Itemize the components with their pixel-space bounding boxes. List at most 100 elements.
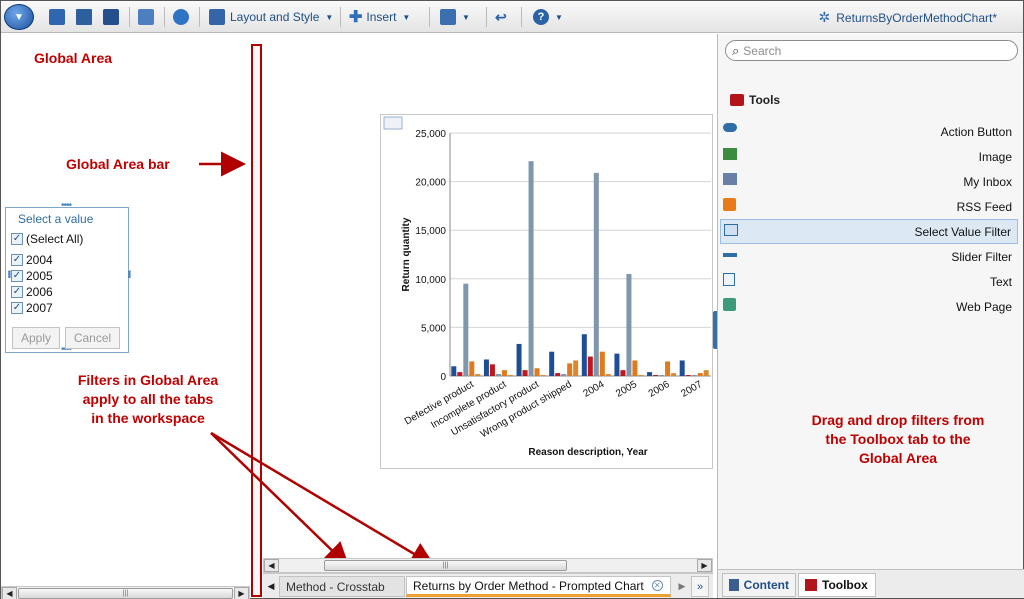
tool-rss-feed[interactable]: RSS Feed [720,194,1018,219]
tab-returns-by-order-method[interactable]: Returns by Order Method - Prompted Chart… [406,576,671,597]
x-tick-label: 2007 [679,379,704,400]
checkbox-2005[interactable]: ✓ 2005 [11,269,53,283]
canvas-hscrollbar[interactable]: ◀ ||| ▶ [263,558,713,573]
bar [599,351,605,376]
bar [587,356,593,376]
bar [457,372,463,376]
application-menu-button[interactable]: ▼ [4,4,34,30]
tool-slider-filter[interactable]: Slider Filter [720,244,1018,269]
refresh-icon[interactable] [173,7,189,27]
chart-widget[interactable]: 0 5,000 10,000 15,000 20,000 25,000 Defective … [380,114,713,469]
tools-heading: Tools [730,93,780,107]
content-icon [729,579,739,591]
resize-handle-top[interactable]: •••• [61,200,72,211]
bar [495,374,501,376]
scroll-right-arrow[interactable]: ▶ [697,559,712,572]
plus-icon: ✚ [349,9,363,26]
bar [522,370,528,376]
select-value-filter[interactable]: •••• •••• ••• ••• Select a value ✓ (Sele… [3,200,134,355]
checkbox-icon: ✓ [11,270,23,282]
layout-and-style-menu[interactable]: Layout and Style ▼ [209,7,333,27]
global-area-note-line3: in the workspace [91,410,205,426]
bar [697,373,703,376]
tool-text[interactable]: Text [720,269,1018,294]
bar [528,161,534,376]
bar [567,363,573,376]
home-menu[interactable]: ▼ [440,7,470,27]
save-icon[interactable] [103,7,119,27]
bar [581,334,587,376]
tools-icon [730,94,744,106]
global-area-title: Global Area [34,50,113,66]
tabs-scroll-right[interactable]: ▶ [675,576,689,597]
close-icon[interactable]: ✕ [651,580,663,591]
toolbox-panel: ⌕ Search Tools Action Button Image My In… [717,34,1024,598]
tabs-menu-button[interactable]: » [691,576,709,597]
tab-toolbox[interactable]: Toolbox [798,573,876,597]
bar [489,364,495,376]
resize-handle-right[interactable]: ••• [123,270,134,278]
global-area-bar[interactable] [251,44,262,597]
toolbox-note-line3: Global Area [858,450,938,466]
bar [605,374,611,376]
global-area: Global Area Global Area bar Filters in G… [1,34,250,599]
scroll-left-arrow[interactable]: ◀ [264,559,279,572]
x-tick-label: 2005 [614,379,639,400]
bar [691,375,697,376]
panel-tabs: Content Toolbox [718,569,1024,598]
tool-my-inbox[interactable]: My Inbox [720,169,1018,194]
apply-button[interactable]: Apply [12,327,60,349]
bar [703,370,709,376]
undo-icon[interactable]: ↩ [495,7,507,27]
global-area-note-line1: Filters in Global Area [77,372,219,388]
scroll-thumb[interactable]: ||| [18,588,233,599]
web-page-icon [723,298,736,311]
tool-select-value-filter[interactable]: Select Value Filter [720,219,1018,244]
bar [671,373,677,376]
new-icon[interactable] [49,7,65,27]
bar [483,359,489,376]
bar [516,343,522,376]
bar [507,375,513,376]
global-area-note-line2: apply to all the tabs [82,391,214,407]
bar [685,375,691,376]
select-all-checkbox[interactable]: ✓ (Select All) [11,232,83,246]
tabs-scroll-left[interactable]: ◀ [265,576,277,597]
scroll-thumb[interactable]: ||| [324,560,567,571]
toolbox-note-line2: the Toolbox tab to the [825,431,971,447]
help-menu[interactable]: ? ▼ [533,7,563,27]
workspace-tabs: ◀ Method - Crosstab Returns by Order Met… [263,573,713,598]
y-tick-label: 5,000 [421,323,446,334]
x-tick-label: 2006 [647,379,672,400]
bar [614,353,620,376]
checkbox-icon: ✓ [11,286,23,298]
tab-content[interactable]: Content [722,573,796,597]
global-area-hscrollbar[interactable]: ◀ ||| ▶ [1,586,250,599]
tool-image[interactable]: Image [720,144,1018,169]
scroll-left-arrow[interactable]: ◀ [2,587,17,599]
tool-action-button[interactable]: Action Button [720,119,1018,144]
checkbox-2004[interactable]: ✓ 2004 [11,253,53,267]
image-icon [723,148,737,160]
open-folder-icon[interactable] [76,7,92,27]
tab-method-crosstab[interactable]: Method - Crosstab [279,576,405,597]
email-icon[interactable] [138,7,154,27]
bar [469,361,475,376]
checkbox-icon: ✓ [11,233,23,245]
y-axis-title: Return quantity [401,217,412,291]
checkbox-icon: ✓ [11,254,23,266]
insert-menu[interactable]: ✚ Insert ▼ [349,7,410,27]
inbox-icon [723,173,737,185]
layout-icon [209,9,225,25]
tool-web-page[interactable]: Web Page [720,294,1018,319]
scroll-right-arrow[interactable]: ▶ [234,587,249,599]
search-input[interactable]: ⌕ Search [725,40,1018,61]
checkbox-2007[interactable]: ✓ 2007 [11,301,53,315]
bar [632,360,638,376]
checkbox-2006[interactable]: ✓ 2006 [11,285,53,299]
bar [665,361,671,376]
y-tick-label: 20,000 [415,178,446,189]
cancel-button[interactable]: Cancel [65,327,120,349]
bar [638,375,644,376]
bar [593,172,599,376]
